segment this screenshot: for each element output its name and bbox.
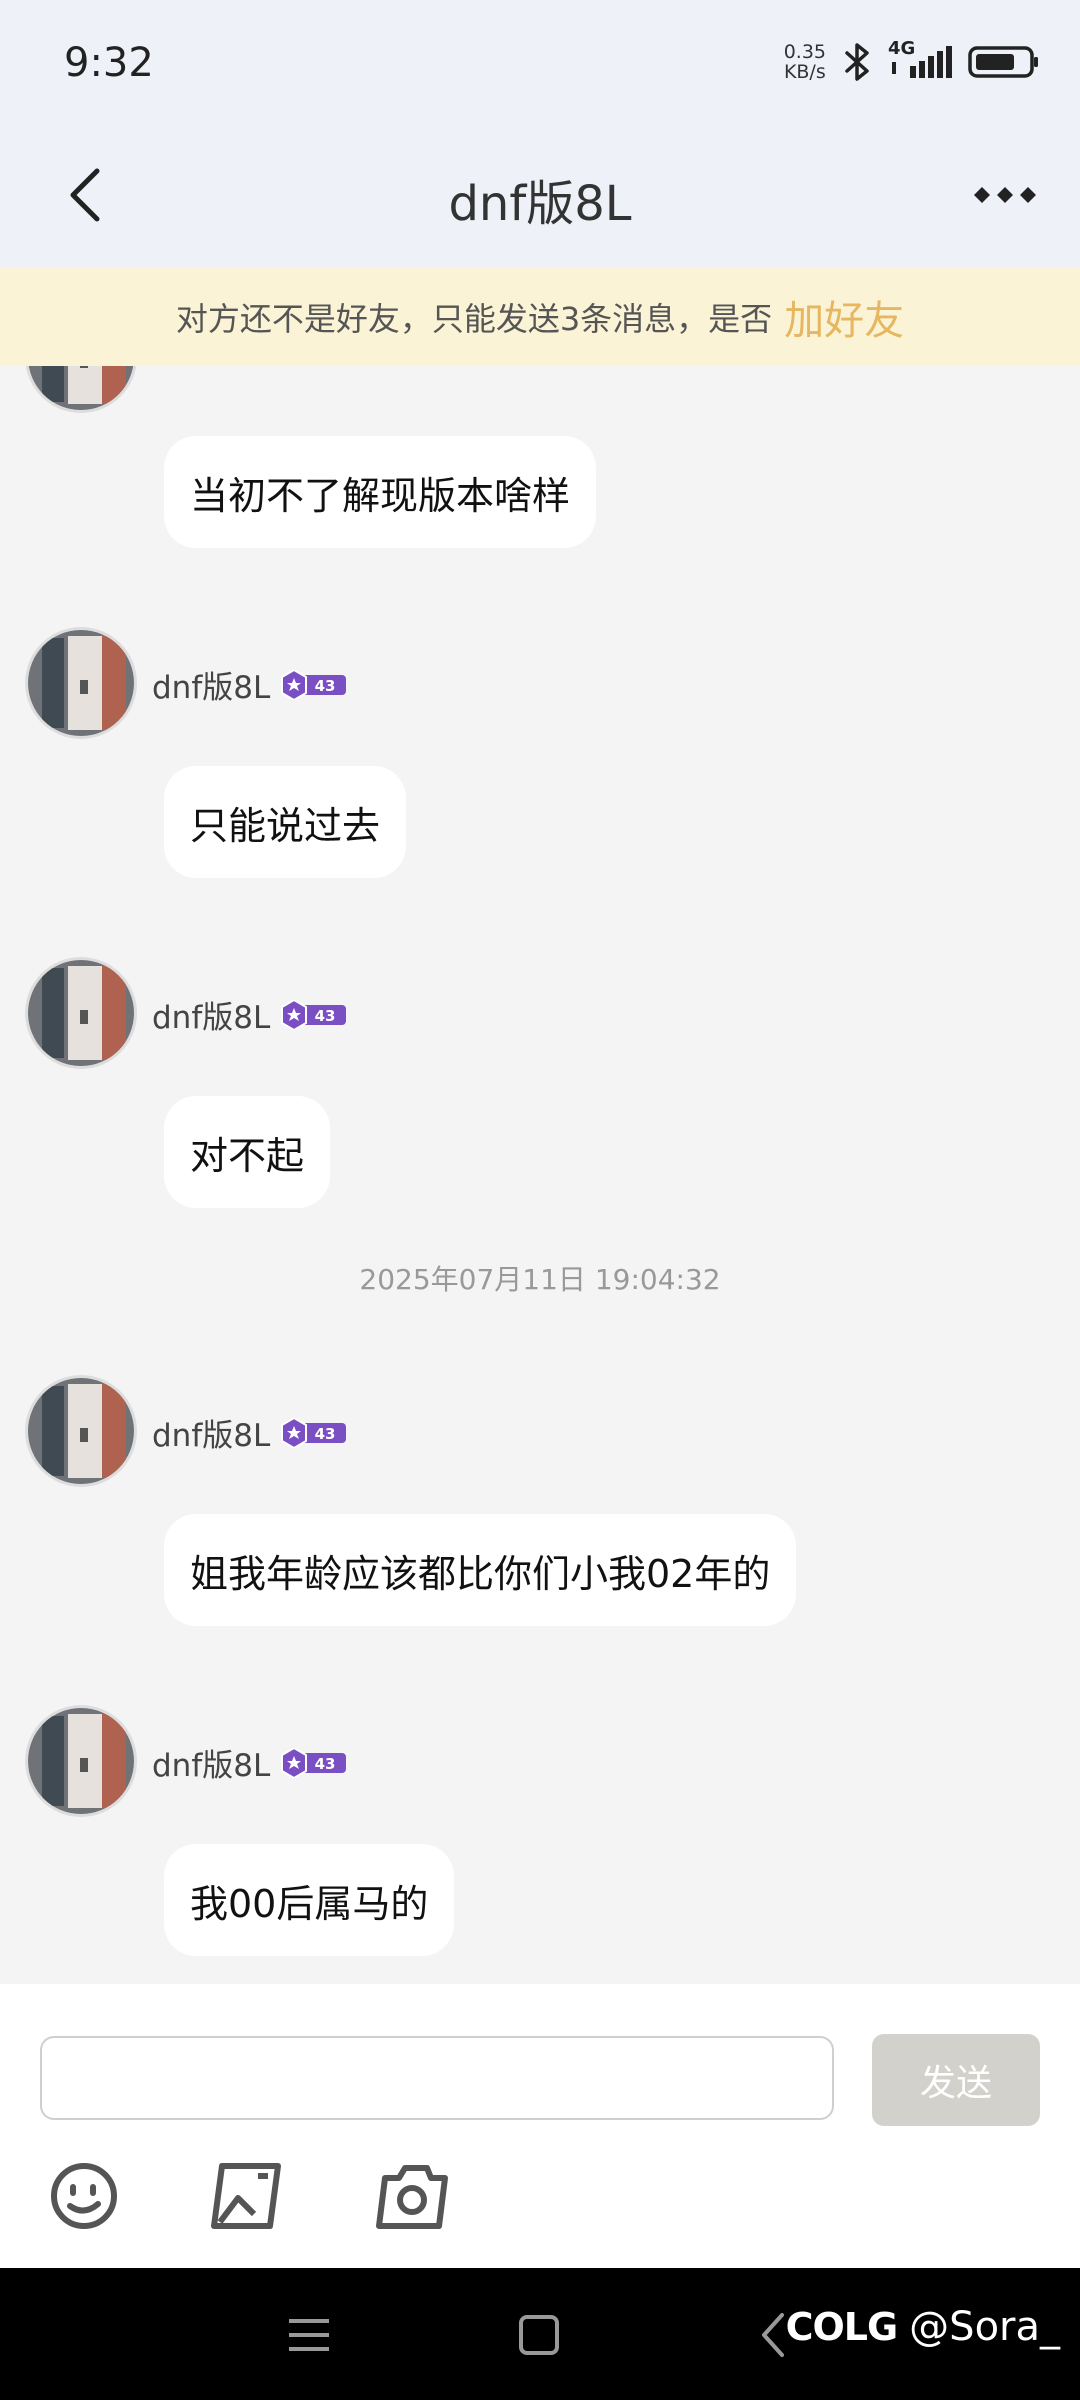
message-input[interactable] xyxy=(40,2036,834,2120)
chat-header: dnf版8L xyxy=(0,130,1080,268)
sender-row: dnf版8L 43 xyxy=(152,1740,348,1785)
recent-apps-button[interactable] xyxy=(274,2302,344,2372)
send-button[interactable]: 发送 xyxy=(872,2034,1040,2126)
network-type: 4G xyxy=(888,38,916,59)
status-bar: 9:32 0.35 KB/s 4G xyxy=(0,0,1080,130)
avatar[interactable] xyxy=(28,366,134,410)
message-timestamp: 2025年07月11日 19:04:32 xyxy=(359,1263,721,1296)
emoji-icon xyxy=(48,2160,120,2236)
message-bubble[interactable]: 当初不了解现版本啥样 xyxy=(164,436,597,548)
more-dots-icon xyxy=(972,185,1038,209)
level-badge: 43 xyxy=(280,1417,348,1448)
image-button[interactable] xyxy=(206,2158,286,2238)
notice-text: 对方还不是好友，只能发送3条消息，是否 xyxy=(175,300,773,338)
status-indicators: 0.35 KB/s 4G xyxy=(784,38,1040,82)
avatar[interactable] xyxy=(28,1708,134,1814)
sender-name[interactable]: dnf版8L xyxy=(152,992,270,1037)
menu-icon xyxy=(287,2315,331,2359)
battery-icon xyxy=(968,44,1040,80)
camera-icon xyxy=(373,2160,451,2236)
sender-name[interactable]: dnf版8L xyxy=(152,1740,270,1785)
avatar[interactable] xyxy=(28,630,134,736)
message-bubble[interactable]: 我00后属马的 xyxy=(164,1844,455,1956)
sender-name[interactable]: dnf版8L xyxy=(152,1410,270,1455)
not-friend-notice: 对方还不是好友，只能发送3条消息，是否 加好友 xyxy=(0,268,1080,366)
watermark-logo: COLG xyxy=(785,2305,899,2349)
avatar[interactable] xyxy=(28,1378,134,1484)
message-bubble[interactable]: 姐我年龄应该都比你们小我02年的 xyxy=(164,1514,797,1626)
level-number: 43 xyxy=(315,1755,336,1773)
sender-row: dnf版8L 43 xyxy=(152,662,348,707)
sender-row: dnf版8L 43 xyxy=(152,992,348,1037)
level-number: 43 xyxy=(315,1007,336,1025)
status-time: 9:32 xyxy=(64,40,154,86)
system-nav-bar: COLG @Sora_ xyxy=(0,2268,1080,2400)
emoji-button[interactable] xyxy=(44,2158,124,2238)
network-speed: 0.35 KB/s xyxy=(784,42,826,82)
level-badge: 43 xyxy=(280,1747,348,1778)
network-speed-value: 0.35 xyxy=(783,41,826,63)
add-friend-link[interactable]: 加好友 xyxy=(784,288,904,346)
message-bubble[interactable]: 只能说过去 xyxy=(164,766,407,878)
camera-button[interactable] xyxy=(372,2158,452,2238)
sender-name[interactable]: dnf版8L xyxy=(152,662,270,707)
home-icon xyxy=(517,2313,561,2361)
sender-row: dnf版8L 43 xyxy=(152,1410,348,1455)
signal-icon: 4G xyxy=(888,38,954,80)
network-speed-unit: KB/s xyxy=(783,61,826,83)
level-badge: 43 xyxy=(280,669,348,700)
image-icon xyxy=(208,2160,284,2236)
avatar[interactable] xyxy=(28,960,134,1066)
message-composer: 发送 xyxy=(0,1984,1080,2268)
watermark: COLG @Sora_ xyxy=(786,2304,1060,2350)
chat-title: dnf版8L xyxy=(448,176,632,232)
level-number: 43 xyxy=(315,1425,336,1443)
bluetooth-icon xyxy=(840,42,874,82)
watermark-user: @Sora_ xyxy=(909,2304,1060,2350)
more-options-button[interactable] xyxy=(960,152,1050,242)
level-badge: 43 xyxy=(280,999,348,1030)
chat-message-list[interactable]: 当初不了解现版本啥样 dnf版8L 43 只能说过去 dnf版8L 43 对不起… xyxy=(0,366,1080,1984)
message-bubble[interactable]: 对不起 xyxy=(164,1096,331,1208)
home-button[interactable] xyxy=(504,2302,574,2372)
back-icon xyxy=(758,2311,788,2363)
level-number: 43 xyxy=(315,677,336,695)
